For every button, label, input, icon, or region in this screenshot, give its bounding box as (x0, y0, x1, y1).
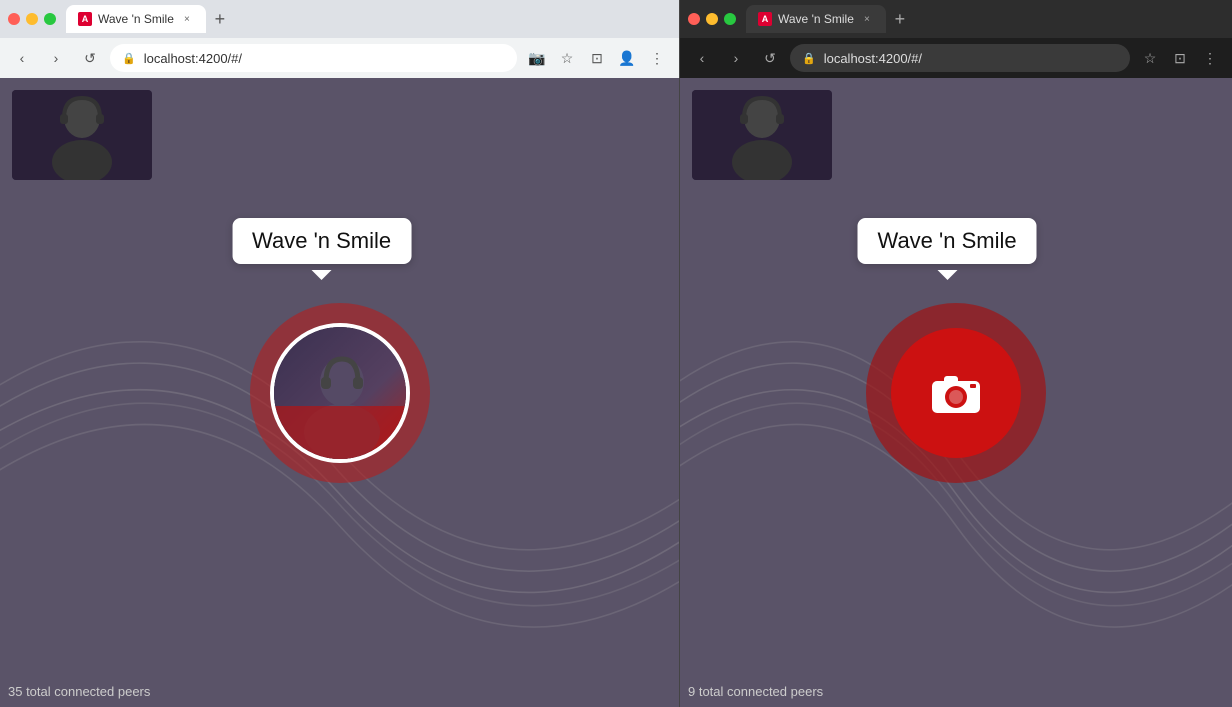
left-minimize-button[interactable] (26, 13, 38, 25)
right-reload-button[interactable]: ↺ (756, 44, 784, 72)
left-speech-bubble: Wave 'n Smile (232, 218, 411, 264)
left-forward-button[interactable]: › (42, 44, 70, 72)
right-tab-title: Wave 'n Smile (778, 12, 854, 26)
left-reload-button[interactable]: ↺ (76, 44, 104, 72)
right-speech-bubble: Wave 'n Smile (857, 218, 1036, 264)
left-bookmark-icon[interactable]: ☆ (553, 44, 581, 72)
left-maximize-button[interactable] (44, 13, 56, 25)
left-title-bar: A Wave 'n Smile × + (0, 0, 679, 38)
right-circle-inner (891, 328, 1021, 458)
right-more-icon[interactable]: ⋮ (1196, 44, 1224, 72)
left-back-button[interactable]: ‹ (8, 44, 36, 72)
right-tab-favicon: A (758, 12, 772, 26)
right-address-text: localhost:4200/#/ (824, 51, 922, 66)
left-tab-bar: A Wave 'n Smile × + (66, 0, 671, 38)
left-tab-menu-icon[interactable]: ⊡ (583, 44, 611, 72)
right-title-bar: A Wave 'n Smile × + (680, 0, 1232, 38)
right-self-video-inner (692, 90, 832, 180)
left-active-tab[interactable]: A Wave 'n Smile × (66, 5, 206, 33)
left-nav-actions: 📷 ☆ ⊡ 👤 ⋮ (523, 44, 671, 72)
right-status-bar: 9 total connected peers (688, 684, 823, 699)
right-minimize-button[interactable] (706, 13, 718, 25)
left-self-video-inner (12, 90, 152, 180)
left-app-content: Wave 'n Smile (0, 78, 679, 707)
right-address-bar[interactable]: 🔒 localhost:4200/#/ (790, 44, 1130, 72)
right-lock-icon: 🔒 (802, 52, 816, 65)
left-more-icon[interactable]: ⋮ (643, 44, 671, 72)
left-close-button[interactable] (8, 13, 20, 25)
right-nav-actions: ☆ ⊡ ⋮ (1136, 44, 1224, 72)
left-lock-icon: 🔒 (122, 52, 136, 65)
left-tab-title: Wave 'n Smile (98, 12, 174, 26)
right-tab-close[interactable]: × (860, 12, 874, 26)
right-camera-icon (926, 363, 986, 423)
left-avatar-icon[interactable]: 👤 (613, 44, 641, 72)
right-center-circle[interactable] (866, 303, 1046, 483)
right-bookmark-icon[interactable]: ☆ (1136, 44, 1164, 72)
right-self-video (692, 90, 832, 180)
right-close-button[interactable] (688, 13, 700, 25)
left-cast-icon[interactable]: 📷 (523, 44, 551, 72)
left-browser-window: A Wave 'n Smile × + ‹ › ↺ 🔒 localhost:42… (0, 0, 680, 707)
right-circle-outer (866, 303, 1046, 483)
right-maximize-button[interactable] (724, 13, 736, 25)
right-tab-bar: A Wave 'n Smile × + (746, 0, 1224, 38)
left-circle-video (274, 327, 406, 459)
left-address-bar[interactable]: 🔒 localhost:4200/#/ (110, 44, 517, 72)
left-tab-close[interactable]: × (180, 12, 194, 26)
left-center-circle[interactable] (250, 303, 430, 483)
right-forward-button[interactable]: › (722, 44, 750, 72)
left-circle-outer (250, 303, 430, 483)
left-window-controls (8, 13, 56, 25)
left-new-tab-button[interactable]: + (206, 5, 234, 33)
left-status-bar: 35 total connected peers (8, 684, 150, 699)
left-self-video (12, 90, 152, 180)
right-back-button[interactable]: ‹ (688, 44, 716, 72)
right-active-tab[interactable]: A Wave 'n Smile × (746, 5, 886, 33)
left-nav-bar: ‹ › ↺ 🔒 localhost:4200/#/ 📷 ☆ ⊡ 👤 ⋮ (0, 38, 679, 78)
left-circle-inner (270, 323, 410, 463)
left-tab-favicon: A (78, 12, 92, 26)
right-nav-bar: ‹ › ↺ 🔒 localhost:4200/#/ ☆ ⊡ ⋮ (680, 38, 1232, 78)
right-app-content: Wave 'n Smile (680, 78, 1232, 707)
right-new-tab-button[interactable]: + (886, 5, 914, 33)
left-address-text: localhost:4200/#/ (144, 51, 242, 66)
right-reader-icon[interactable]: ⊡ (1166, 44, 1194, 72)
right-browser-window: A Wave 'n Smile × + ‹ › ↺ 🔒 localhost:42… (680, 0, 1232, 707)
right-window-controls (688, 13, 736, 25)
